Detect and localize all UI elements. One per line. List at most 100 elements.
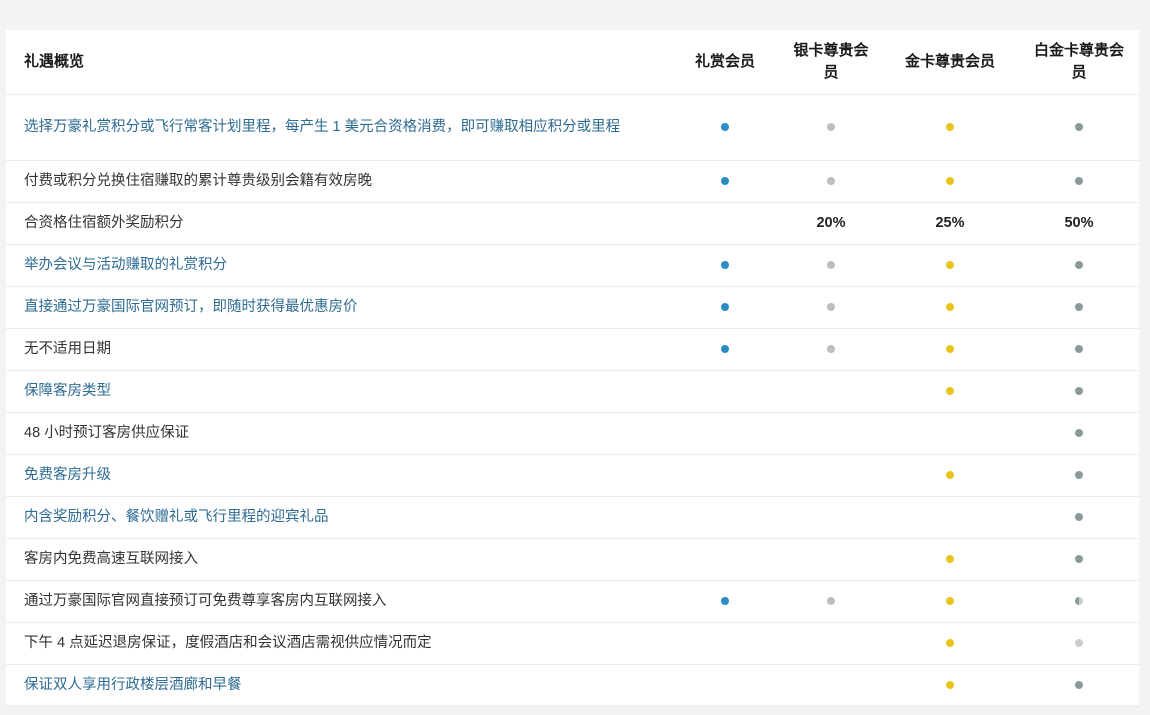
- cell-gold: [881, 622, 1019, 664]
- benefits-card: 礼遇概览 礼赏会员 银卡尊贵会员 金卡尊贵会员 白金卡尊贵会员 选择万豪礼赏积分…: [6, 30, 1139, 706]
- platinum-included-dot-icon: [1075, 123, 1083, 132]
- platinum-included-dot-icon: [1075, 555, 1083, 564]
- cell-platinum: [1019, 538, 1139, 580]
- table-row: 免费客房升级: [6, 454, 1139, 496]
- gold-included-dot-icon: [946, 471, 954, 480]
- cell-member: [669, 94, 781, 160]
- bonus-percent-platinum: 50%: [1064, 215, 1094, 231]
- cell-member: [669, 412, 781, 454]
- bonus-percent-silver: 20%: [816, 215, 846, 231]
- benefit-label[interactable]: 举办会议与活动赚取的礼赏积分: [6, 244, 669, 286]
- cell-gold: [881, 244, 1019, 286]
- benefit-label[interactable]: 内含奖励积分、餐饮赠礼或飞行里程的迎宾礼品: [6, 496, 669, 538]
- benefit-label: 通过万豪国际官网直接预订可免费尊享客房内互联网接入: [24, 593, 387, 609]
- platinum-included-dot-icon: [1075, 681, 1083, 690]
- gold-included-dot-icon: [946, 177, 954, 186]
- benefit-label[interactable]: 保证双人享用行政楼层酒廊和早餐: [6, 664, 669, 706]
- cell-gold: [881, 370, 1019, 412]
- cell-member: [669, 202, 781, 244]
- table-row: 通过万豪国际官网直接预订可免费尊享客房内互联网接入: [6, 580, 1139, 622]
- cell-silver: [781, 412, 881, 454]
- platinum-included-dot-icon: [1075, 471, 1083, 480]
- cell-silver: [781, 496, 881, 538]
- silver-included-dot-icon: [827, 303, 835, 312]
- silver-included-dot-icon: [827, 177, 835, 186]
- cell-silver: [781, 244, 881, 286]
- table-row: 举办会议与活动赚取的礼赏积分: [6, 244, 1139, 286]
- cell-member: [669, 496, 781, 538]
- gold-included-dot-icon: [946, 387, 954, 396]
- cell-member: [669, 370, 781, 412]
- benefit-label[interactable]: 直接通过万豪国际官网预订，即随时获得最优惠房价: [6, 286, 669, 328]
- cell-silver: [781, 580, 881, 622]
- table-row: 选择万豪礼赏积分或飞行常客计划里程，每产生 1 美元合资格消费，即可赚取相应积分…: [6, 94, 1139, 160]
- cell-gold: [881, 496, 1019, 538]
- cell-platinum: [1019, 328, 1139, 370]
- cell-platinum: [1019, 496, 1139, 538]
- cell-platinum: [1019, 412, 1139, 454]
- header-tier-gold: 金卡尊贵会员: [881, 30, 1019, 95]
- cell-platinum: [1019, 160, 1139, 202]
- cell-platinum: [1019, 664, 1139, 706]
- cell-platinum: [1019, 286, 1139, 328]
- member-included-dot-icon: [721, 261, 729, 270]
- table-header-row: 礼遇概览 礼赏会员 银卡尊贵会员 金卡尊贵会员 白金卡尊贵会员: [6, 30, 1139, 95]
- cell-platinum: [1019, 622, 1139, 664]
- cell-platinum: [1019, 370, 1139, 412]
- cell-gold: [881, 160, 1019, 202]
- cell-member: [669, 538, 781, 580]
- gold-included-dot-icon: [946, 123, 954, 132]
- table-row: 保障客房类型: [6, 370, 1139, 412]
- cell-member: [669, 286, 781, 328]
- gold-included-dot-icon: [946, 597, 954, 606]
- table-row: 保证双人享用行政楼层酒廊和早餐: [6, 664, 1139, 706]
- benefit-label: 48 小时预订客房供应保证: [24, 425, 190, 441]
- cell-silver: [781, 286, 881, 328]
- member-included-dot-icon: [721, 345, 729, 354]
- benefit-label: 合资格住宿额外奖励积分: [24, 215, 184, 231]
- cell-silver: [781, 328, 881, 370]
- table-row: 合资格住宿额外奖励积分 20% 25% 50%: [6, 202, 1139, 244]
- gold-included-dot-icon: [946, 555, 954, 564]
- table-row: 内含奖励积分、餐饮赠礼或飞行里程的迎宾礼品: [6, 496, 1139, 538]
- cell-silver: [781, 160, 881, 202]
- table-row: 直接通过万豪国际官网预订，即随时获得最优惠房价: [6, 286, 1139, 328]
- cell-gold: [881, 538, 1019, 580]
- cell-silver: [781, 370, 881, 412]
- cell-silver: [781, 454, 881, 496]
- platinum-included-dot-icon: [1075, 345, 1083, 354]
- silver-included-dot-icon: [827, 597, 835, 606]
- cell-member: [669, 622, 781, 664]
- table-row: 下午 4 点延迟退房保证，度假酒店和会议酒店需视供应情况而定: [6, 622, 1139, 664]
- cell-silver: [781, 538, 881, 580]
- platinum-included-dot-icon: [1075, 387, 1083, 396]
- cell-gold: [881, 328, 1019, 370]
- benefit-label[interactable]: 选择万豪礼赏积分或飞行常客计划里程，每产生 1 美元合资格消费，即可赚取相应积分…: [6, 94, 669, 160]
- platinum-included-dot-icon: [1075, 177, 1083, 186]
- cell-silver: [781, 664, 881, 706]
- cell-member: [669, 160, 781, 202]
- cell-gold: [881, 94, 1019, 160]
- table-row: 48 小时预订客房供应保证: [6, 412, 1139, 454]
- benefit-label[interactable]: 免费客房升级: [6, 454, 669, 496]
- cell-silver: [781, 622, 881, 664]
- gold-included-dot-icon: [946, 345, 954, 354]
- table-row: 客房内免费高速互联网接入: [6, 538, 1139, 580]
- silver-included-dot-icon: [827, 345, 835, 354]
- platinum-included-dot-icon: [1075, 639, 1083, 648]
- bonus-percent-gold: 25%: [935, 215, 965, 231]
- platinum-included-dot-icon: [1075, 597, 1083, 606]
- benefit-label[interactable]: 保障客房类型: [6, 370, 669, 412]
- member-included-dot-icon: [721, 597, 729, 606]
- platinum-included-dot-icon: [1075, 513, 1083, 522]
- gold-included-dot-icon: [946, 261, 954, 270]
- header-tier-platinum: 白金卡尊贵会员: [1019, 30, 1139, 95]
- gold-included-dot-icon: [946, 303, 954, 312]
- cell-member: [669, 664, 781, 706]
- table-row: 无不适用日期: [6, 328, 1139, 370]
- benefit-label: 下午 4 点延迟退房保证，度假酒店和会议酒店需视供应情况而定: [24, 635, 432, 651]
- cell-platinum: [1019, 454, 1139, 496]
- benefit-label: 客房内免费高速互联网接入: [24, 551, 198, 567]
- header-overview: 礼遇概览: [6, 30, 669, 95]
- benefit-label: 付费或积分兑换住宿赚取的累计尊贵级别会籍有效房晚: [24, 173, 372, 189]
